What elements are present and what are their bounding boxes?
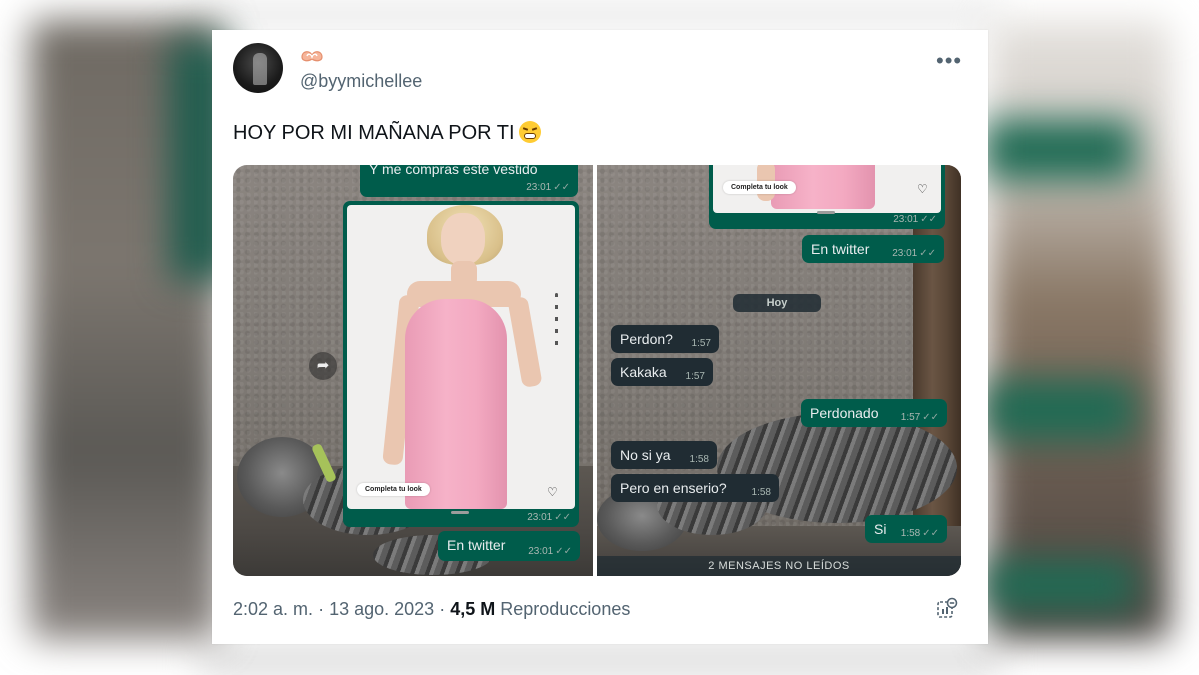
message-bubble-outgoing: En twitter 23:01 ✓✓ <box>802 235 944 263</box>
tweet-date[interactable]: 13 ago. 2023 <box>329 599 434 619</box>
tweet-card: @byymichellee ••• HOY POR MI MAÑANA POR … <box>212 30 988 644</box>
heart-icon[interactable]: ♡ <box>547 485 558 499</box>
more-options-icon[interactable]: ••• <box>936 48 962 74</box>
message-bubble-incoming: Perdon? 1:57 <box>611 325 719 353</box>
message-bubble-outgoing: Perdonado 1:57 ✓✓ <box>801 399 947 427</box>
message-bubble-outgoing: Si 1:58 ✓✓ <box>865 515 947 543</box>
tweet-text-content: HOY POR MI MAÑANA POR TI <box>233 122 515 144</box>
message-bubble-outgoing: En twitter 23:01 ✓✓ <box>438 531 580 561</box>
pink-dress <box>405 299 507 509</box>
share-forward-icon[interactable]: ➦ <box>309 352 337 380</box>
views-count: 4,5 M <box>450 599 496 619</box>
tweet-metadata: 2:02 a. m. · 13 ago. 2023 · 4,5 M Reprod… <box>233 599 631 619</box>
message-bubble-outgoing: Y me compras este vestido 23:01 ✓✓ <box>360 165 578 197</box>
message-bubble-incoming: No si ya 1:58 <box>611 441 717 469</box>
avatar[interactable] <box>233 43 283 93</box>
tweet-time[interactable]: 2:02 a. m. <box>233 599 313 619</box>
date-chip: Hoy <box>733 294 821 312</box>
heart-hands-icon <box>301 51 323 62</box>
complete-look-pill[interactable]: Completa tu look <box>357 483 430 496</box>
message-bubble-incoming: Pero en enserio? 1:58 <box>611 474 779 502</box>
user-handle[interactable]: @byymichellee <box>300 71 422 92</box>
views-label: Reproducciones <box>500 599 631 619</box>
product-image-message[interactable]: Completa tu look ♡ 23:01 ✓✓ <box>709 165 945 229</box>
unread-messages-banner: 2 MENSAJES NO LEÍDOS <box>597 556 961 576</box>
heart-icon[interactable]: ♡ <box>917 182 928 196</box>
tweet-media[interactable]: ➦ Y me compras este vestido 23:01 ✓✓ Comp… <box>233 165 961 576</box>
message-bubble-incoming: Kakaka 1:57 <box>611 358 713 386</box>
media-image-right[interactable]: Completa tu look ♡ 23:01 ✓✓ En twitter 23… <box>597 165 961 576</box>
weary-face-emoji-icon <box>518 121 541 143</box>
analytics-icon[interactable] <box>936 597 958 619</box>
complete-look-pill[interactable]: Completa tu look <box>723 181 796 194</box>
product-image-message[interactable]: Completa tu look ♡ 23:01 ✓✓ <box>343 201 579 527</box>
tweet-text: HOY POR MI MAÑANA POR TI <box>233 121 541 145</box>
media-image-left[interactable]: ➦ Y me compras este vestido 23:01 ✓✓ Comp… <box>233 165 593 576</box>
